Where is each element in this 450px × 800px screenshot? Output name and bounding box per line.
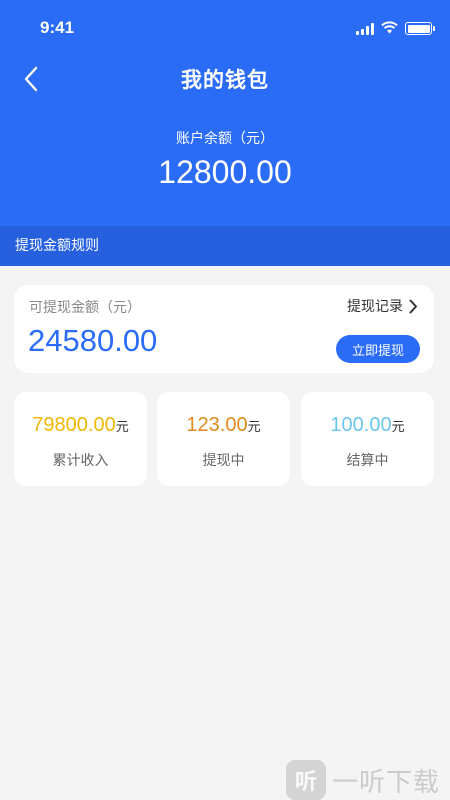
status-time: 9:41	[40, 18, 75, 37]
battery-icon	[405, 22, 435, 35]
site-watermark: 听 一听下载	[286, 760, 450, 800]
stat-label: 累计收入	[52, 453, 109, 469]
watermark-text: 一听下载	[332, 767, 441, 798]
stat-card-withdrawing: 123.00 元 提现中	[157, 392, 290, 486]
withdraw-records-label: 提现记录	[347, 299, 403, 315]
withdraw-rules-link[interactable]: 提现金额规则	[0, 226, 450, 266]
withdraw-records-link[interactable]: 提现记录	[347, 296, 418, 316]
balance-value: 12800.00	[158, 154, 292, 190]
status-bar: 9:41	[0, 0, 450, 54]
page-title: 我的钱包	[181, 68, 269, 92]
stat-unit: 元	[247, 420, 261, 435]
stat-value: 123.00	[186, 414, 248, 436]
wallet-header: 9:41 我的钱包 账户余额（元） 12800.00	[0, 0, 450, 226]
stat-label: 结算中	[346, 453, 389, 469]
wifi-icon	[381, 19, 398, 38]
stat-value: 79800.00	[32, 414, 116, 436]
stat-label: 提现中	[202, 453, 245, 469]
status-icons	[356, 19, 435, 38]
withdrawable-card: 可提现金额（元） 24580.00 提现记录 立即提现	[14, 285, 434, 373]
withdrawable-label: 可提现金额（元）	[29, 300, 141, 316]
signal-icon	[356, 22, 374, 35]
balance-label: 账户余额（元）	[176, 131, 274, 147]
stat-unit: 元	[391, 420, 405, 435]
chevron-right-icon	[409, 299, 417, 313]
withdrawable-value: 24580.00	[28, 323, 158, 358]
watermark-logo-icon: 听	[286, 760, 326, 800]
stat-card-total-income: 79800.00 元 累计收入	[14, 392, 147, 486]
stat-value: 100.00	[330, 414, 392, 436]
stat-card-settling: 100.00 元 结算中	[301, 392, 434, 486]
withdraw-now-button[interactable]: 立即提现	[336, 335, 420, 363]
stat-unit: 元	[115, 420, 129, 435]
